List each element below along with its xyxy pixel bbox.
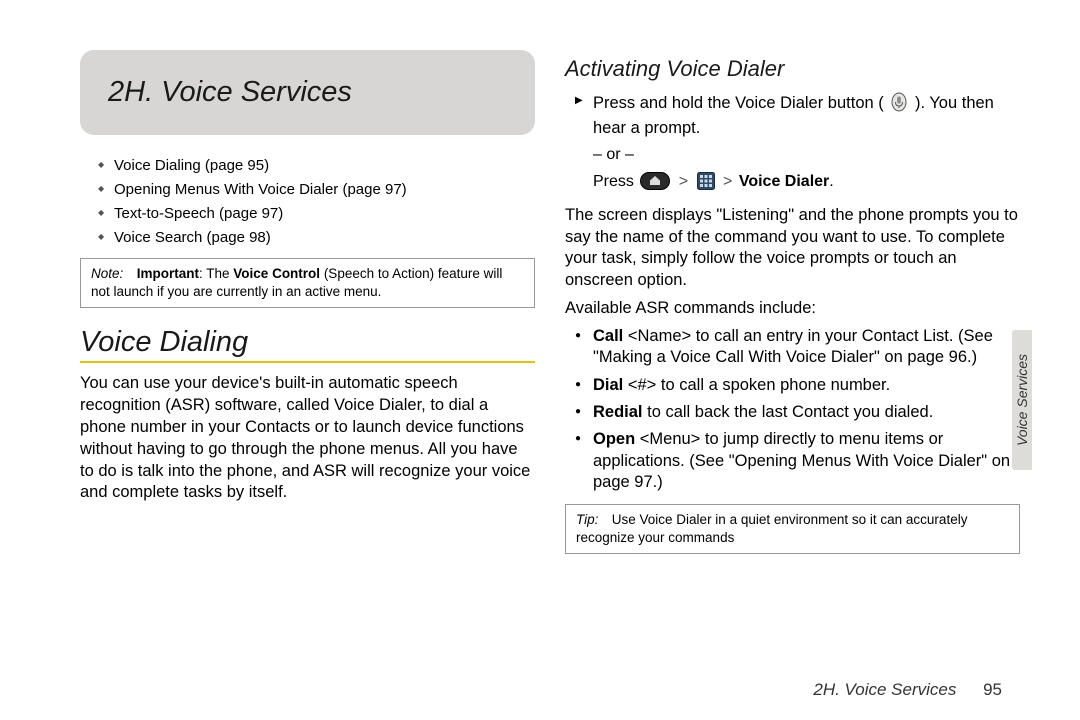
cmd-desc: to call back the last Contact you dialed…	[643, 403, 934, 421]
note-text: : The	[199, 266, 233, 281]
home-button-icon	[640, 172, 670, 195]
note-label: Note:	[91, 265, 133, 283]
asr-command: Dial <#> to call a spoken phone number.	[593, 375, 1020, 396]
voice-dialer-hw-button-icon	[890, 92, 908, 118]
commands-intro: Available ASR commands include:	[565, 298, 1020, 320]
press-line: Press > > Voice Dialer.	[565, 172, 1020, 195]
page-number: 95	[983, 680, 1002, 699]
left-column: 2H. Voice Services Voice Dialing (page 9…	[80, 50, 535, 690]
voice-dialer-label: Voice Dialer	[739, 173, 829, 190]
cmd-desc: <#> to call a spoken phone number.	[623, 376, 890, 394]
cmd-name: Redial	[593, 403, 643, 421]
note-box: Note: Important: The Voice Control (Spee…	[80, 258, 535, 308]
app-grid-icon	[697, 172, 715, 195]
asr-command: Redial to call back the last Contact you…	[593, 402, 1020, 423]
cmd-desc: <Name> to call an entry in your Contact …	[593, 327, 993, 366]
period: .	[829, 173, 833, 190]
table-of-contents: Voice Dialing (page 95) Opening Menus Wi…	[80, 157, 535, 246]
cmd-desc: <Menu> to jump directly to menu items or…	[593, 430, 1010, 491]
subsection-activating: Activating Voice Dialer	[565, 56, 1020, 82]
note-feature: Voice Control	[233, 266, 320, 281]
right-column: Activating Voice Dialer Press and hold t…	[565, 50, 1020, 690]
asr-command: Open <Menu> to jump directly to menu ite…	[593, 429, 1020, 493]
toc-item: Opening Menus With Voice Dialer (page 97…	[100, 181, 535, 198]
step-list: Press and hold the Voice Dialer button (…	[565, 92, 1020, 140]
asr-command: Call <Name> to call an entry in your Con…	[593, 326, 1020, 369]
section-underline	[80, 361, 535, 363]
toc-item: Text-to-Speech (page 97)	[100, 205, 535, 222]
tip-text: Use Voice Dialer in a quiet environment …	[576, 512, 967, 545]
press-label: Press	[593, 173, 638, 190]
page-footer: 2H. Voice Services 95	[813, 680, 1002, 700]
cmd-name: Dial	[593, 376, 623, 394]
voice-dialing-body: You can use your device's built-in autom…	[80, 373, 535, 504]
chapter-title: 2H. Voice Services	[108, 76, 505, 109]
note-important: Important	[137, 266, 199, 281]
side-tab-label: Voice Services	[1014, 354, 1030, 446]
tip-box: Tip: Use Voice Dialer in a quiet environ…	[565, 504, 1020, 554]
toc-item: Voice Search (page 98)	[100, 229, 535, 246]
tip-label: Tip:	[576, 511, 608, 529]
step-text: Press and hold the Voice Dialer button (	[593, 94, 884, 112]
step-item: Press and hold the Voice Dialer button (…	[593, 92, 1020, 140]
chevron-right-icon: >	[723, 173, 732, 190]
asr-command-list: Call <Name> to call an entry in your Con…	[565, 326, 1020, 494]
listening-body: The screen displays "Listening" and the …	[565, 205, 1020, 292]
or-separator: – or –	[565, 146, 1020, 164]
cmd-name: Open	[593, 430, 635, 448]
footer-chapter: 2H. Voice Services	[813, 680, 956, 699]
chapter-header: 2H. Voice Services	[80, 50, 535, 135]
chevron-right-icon: >	[679, 173, 688, 190]
toc-item: Voice Dialing (page 95)	[100, 157, 535, 174]
cmd-name: Call	[593, 327, 623, 345]
section-heading-voice-dialing: Voice Dialing	[80, 326, 535, 359]
side-tab: Voice Services	[1012, 330, 1032, 470]
